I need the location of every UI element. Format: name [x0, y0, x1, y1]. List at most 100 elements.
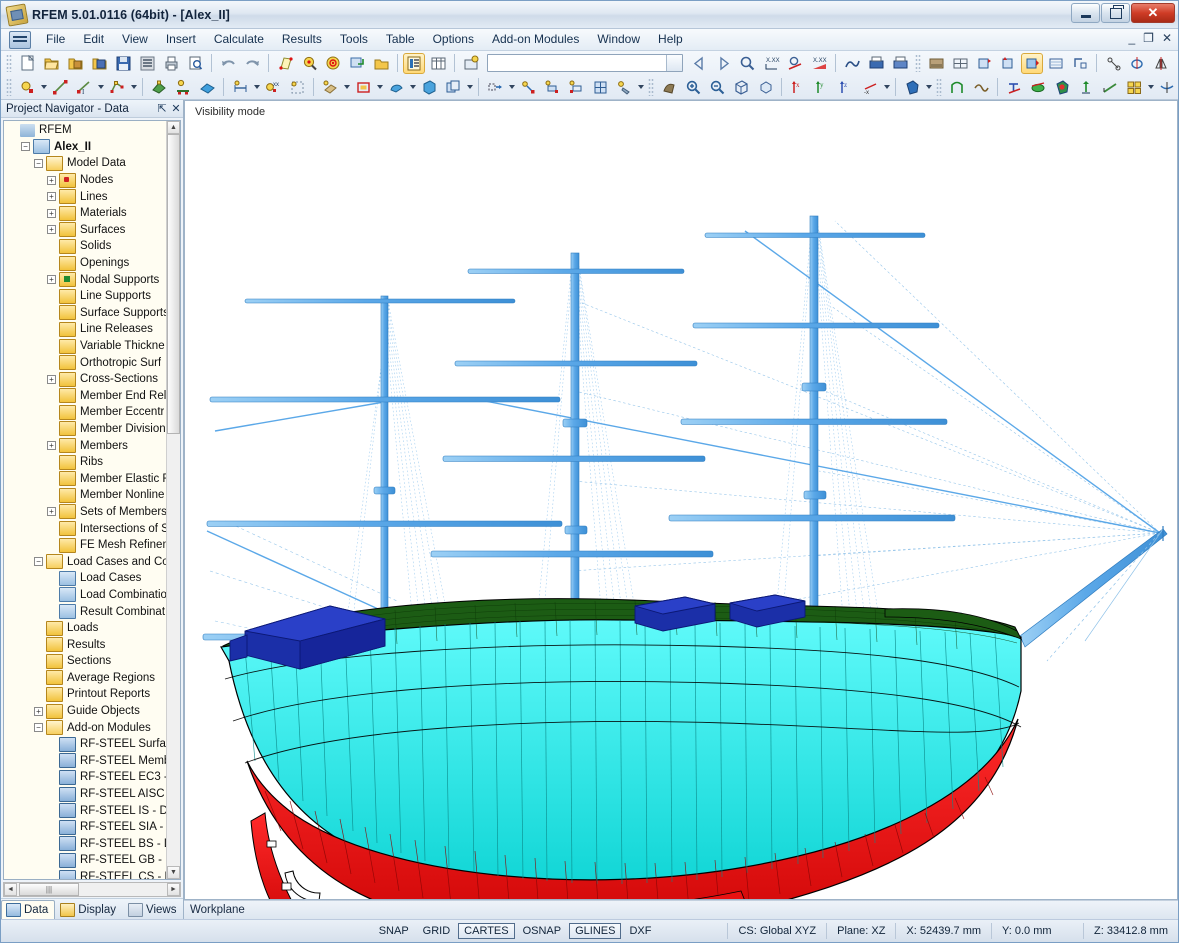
tree-item[interactable]: + Guide Objects	[4, 703, 167, 720]
tree-item[interactable]: Load Cases	[4, 570, 167, 587]
zoom-all-icon[interactable]	[322, 53, 344, 74]
close-button[interactable]: ✕	[1131, 3, 1175, 23]
tree-item[interactable]: Member Eccentr	[4, 404, 167, 421]
tab-data[interactable]: Data	[1, 900, 56, 919]
edit-surface-icon[interactable]	[274, 53, 296, 74]
new-region-icon[interactable]	[352, 77, 374, 98]
chevron-down-icon[interactable]	[666, 55, 682, 71]
expand-icon[interactable]: +	[47, 374, 56, 384]
menu-file[interactable]: File	[37, 30, 74, 49]
new-region-dropdown-icon[interactable]	[375, 77, 384, 98]
zoom-in-icon[interactable]	[682, 77, 704, 98]
collapse-icon[interactable]: −	[34, 723, 43, 733]
rotate-view-icon[interactable]	[973, 53, 995, 74]
new-node-dropdown-icon[interactable]	[39, 77, 48, 98]
expand-icon[interactable]: +	[47, 225, 56, 235]
toolbar-grip[interactable]	[6, 78, 12, 96]
tree-item[interactable]: − Alex_II	[4, 139, 167, 156]
new-surface-icon[interactable]	[148, 77, 170, 98]
new-line-dim-icon[interactable]: I	[73, 77, 95, 98]
toolbar-grip[interactable]	[6, 54, 12, 72]
rfem-menu-icon[interactable]	[9, 30, 31, 49]
open-project-icon[interactable]	[88, 53, 110, 74]
new-shell-icon[interactable]	[385, 77, 407, 98]
shape-icon[interactable]	[946, 77, 968, 98]
open-icon[interactable]	[40, 53, 62, 74]
copy-object-dropdown-icon[interactable]	[465, 77, 474, 98]
view-x-icon[interactable]: x	[787, 77, 809, 98]
move-object-icon[interactable]	[484, 77, 506, 98]
model-viewport[interactable]: Visibility mode	[184, 100, 1178, 900]
tree-item[interactable]: RF-STEEL Memb	[4, 753, 167, 770]
tree-item[interactable]: RF-STEEL EC3 - D	[4, 769, 167, 786]
tree-item[interactable]: Loads	[4, 620, 167, 637]
menu-calculate[interactable]: Calculate	[205, 30, 273, 49]
new-grid-icon[interactable]	[286, 77, 308, 98]
next-case-icon[interactable]	[712, 53, 734, 74]
load-case-combo[interactable]	[487, 54, 683, 72]
close-icon[interactable]: ✕	[169, 102, 183, 115]
status-toggle-glines[interactable]: GLINES	[569, 923, 622, 939]
print-preview-icon[interactable]	[184, 53, 206, 74]
paint-icon[interactable]	[613, 77, 635, 98]
tree-item[interactable]: Solids	[4, 238, 167, 255]
extrude-icon[interactable]	[517, 77, 539, 98]
zoom-result-icon[interactable]	[736, 53, 758, 74]
connect-lines2-icon[interactable]	[565, 77, 587, 98]
tree-item[interactable]: + Nodal Supports	[4, 271, 167, 288]
menu-table[interactable]: Table	[377, 30, 424, 49]
tree-item[interactable]: Member Nonline	[4, 487, 167, 504]
pan-icon[interactable]	[658, 77, 680, 98]
status-toggle-grid[interactable]: GRID	[417, 923, 457, 939]
new-polyline-icon[interactable]	[106, 77, 128, 98]
zoom-out-icon[interactable]	[706, 77, 728, 98]
expand-icon[interactable]: +	[47, 507, 56, 517]
tree-item[interactable]: Results	[4, 636, 167, 653]
tree-item[interactable]: Result Combinat	[4, 603, 167, 620]
tree-item[interactable]: RF-STEEL BS - De	[4, 836, 167, 853]
tree-item[interactable]: − Model Data	[4, 155, 167, 172]
restore-button[interactable]	[1101, 3, 1130, 23]
new-case-icon[interactable]	[460, 53, 482, 74]
new-dimension-dropdown-icon[interactable]	[252, 77, 261, 98]
print-icon[interactable]	[160, 53, 182, 74]
tree-item[interactable]: RFEM	[4, 122, 167, 139]
scroll-thumb[interactable]	[167, 134, 180, 434]
printout-report-icon[interactable]	[865, 53, 887, 74]
tree-horizontal-scrollbar[interactable]: ◄ ||| ►	[3, 882, 181, 897]
menu-results[interactable]: Results	[273, 30, 331, 49]
tree-item[interactable]: RF-STEEL GB - D	[4, 852, 167, 869]
tree-item[interactable]: RF-STEEL Surface	[4, 736, 167, 753]
new-opening-icon[interactable]	[319, 77, 341, 98]
tree-vertical-scrollbar[interactable]: ▲ ▼	[166, 121, 180, 879]
solid-view-icon[interactable]	[901, 77, 923, 98]
tree-item[interactable]: Member Elastic F	[4, 470, 167, 487]
tree-item[interactable]: + Nodes	[4, 172, 167, 189]
pin-icon[interactable]: ⇱	[155, 102, 169, 115]
tree-item[interactable]: − Load Cases and Con	[4, 553, 167, 570]
expand-icon[interactable]: +	[47, 192, 56, 202]
cross-select-icon[interactable]	[1174, 53, 1179, 74]
smoothing-icon[interactable]	[1156, 77, 1178, 98]
tree-item[interactable]: Surface Supports	[4, 305, 167, 322]
result-scale-icon[interactable]: X.XX	[808, 53, 830, 74]
new-dimension-icon[interactable]	[229, 77, 251, 98]
move-object-dropdown-icon[interactable]	[507, 77, 516, 98]
tree-item[interactable]: + Surfaces	[4, 222, 167, 239]
status-toggle-osnap[interactable]: OSNAP	[517, 923, 568, 939]
undo-icon[interactable]	[217, 53, 239, 74]
tab-display[interactable]: Display	[55, 900, 123, 919]
tab-views[interactable]: Views	[123, 900, 183, 919]
previous-view-icon[interactable]	[370, 53, 392, 74]
new-node-xx-icon[interactable]: xx	[262, 77, 284, 98]
section-icon[interactable]	[1069, 53, 1091, 74]
expand-icon[interactable]: +	[47, 175, 56, 185]
toolbar-grip[interactable]	[936, 78, 942, 96]
new-polyline-dropdown-icon[interactable]	[129, 77, 138, 98]
zoom-window-icon[interactable]	[298, 53, 320, 74]
result-tables-icon[interactable]	[1123, 77, 1145, 98]
mdi-restore-button[interactable]: ❐	[1143, 31, 1154, 45]
view-negative-x-icon[interactable]: -x	[859, 77, 881, 98]
tree-item[interactable]: + Members	[4, 437, 167, 454]
expand-icon[interactable]: +	[47, 441, 56, 451]
